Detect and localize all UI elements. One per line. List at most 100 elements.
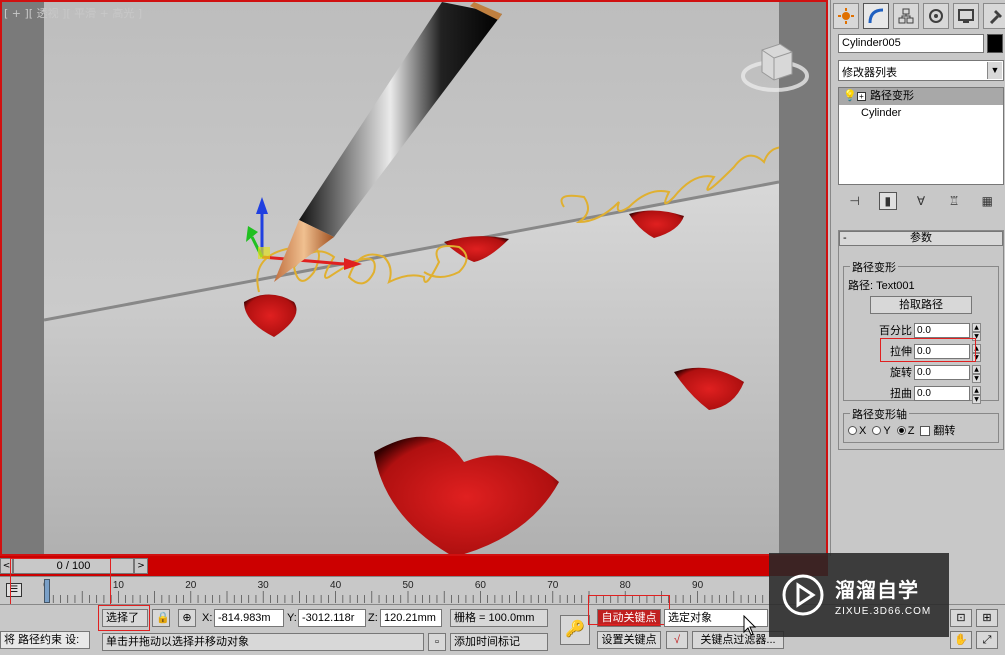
motion-tab-icon: [929, 9, 943, 23]
rotation-label: 旋转: [890, 367, 912, 379]
ruler-tick-label: 20: [185, 580, 197, 591]
chevron-down-icon: ▼: [987, 62, 1002, 79]
rotation-row: 旋转 0.0 ▲ ▼: [874, 364, 981, 383]
group-title: 路径变形: [850, 259, 898, 275]
y-label: Y:: [287, 612, 297, 624]
mouse-cursor-icon: [743, 615, 757, 636]
ruler-tick-label: 10: [113, 580, 125, 591]
lock-selection-icon[interactable]: 🔒: [152, 609, 170, 627]
hierarchy-tab[interactable]: [893, 3, 919, 29]
percent-input[interactable]: 0.0: [914, 322, 970, 338]
group-title: 路径变形轴: [850, 406, 909, 422]
absolute-mode-icon[interactable]: ⊕: [178, 609, 196, 627]
command-panel-tabs: [833, 3, 1005, 29]
maxscript-listener[interactable]: 将 路径约束 设:: [0, 631, 90, 649]
ruler-tick-label: 70: [547, 580, 559, 591]
prompt-line: 单击并拖动以选择并移动对象: [102, 633, 424, 651]
pin-stack-icon[interactable]: ⊣: [846, 192, 864, 210]
modifier-list-dropdown[interactable]: 修改器列表 ▼: [838, 60, 1004, 81]
path-label: 路径: Text001: [848, 280, 915, 292]
grid-size-display: 栅格 = 100.0mm: [450, 609, 548, 627]
set-key-button[interactable]: 设置关键点: [597, 631, 661, 649]
ruler-tick-label: 30: [258, 580, 270, 591]
stretch-highlight-box: [880, 338, 976, 362]
percent-label: 百分比: [879, 325, 912, 337]
pick-path-button[interactable]: 拾取路径: [870, 296, 972, 314]
x-label: X:: [202, 612, 213, 624]
twist-label: 扭曲: [890, 388, 912, 400]
twist-input[interactable]: 0.0: [914, 385, 970, 401]
y-coordinate-field[interactable]: -3012.118r: [298, 609, 366, 627]
axis-z-radio[interactable]: Z: [896, 424, 914, 437]
make-unique-icon[interactable]: ∀: [912, 192, 930, 210]
z-label: Z:: [368, 612, 378, 624]
rollout-title: 参数: [910, 232, 932, 244]
auto-key-highlight-box: [588, 595, 670, 625]
hierarchy-tab-icon: [898, 8, 914, 24]
stack-item-path-deform[interactable]: 💡 + 路径变形: [839, 88, 1003, 105]
ruler-tick-label: 40: [330, 580, 342, 591]
modify-tab[interactable]: [863, 3, 889, 29]
percent-row: 百分比 0.0 ▲ ▼: [874, 322, 981, 341]
axis-y-radio[interactable]: Y: [872, 424, 891, 437]
stack-item-cylinder[interactable]: Cylinder: [839, 105, 1003, 122]
object-color-swatch[interactable]: [987, 34, 1003, 53]
utilities-tab[interactable]: [983, 3, 1005, 29]
axis-x-radio[interactable]: X: [848, 424, 866, 437]
x-coordinate-field[interactable]: -814.983m: [214, 609, 284, 627]
maximize-viewport-icon[interactable]: ⤢: [976, 631, 998, 649]
ruler-tick-label: 50: [402, 580, 414, 591]
modifier-stack: 💡 + 路径变形 Cylinder: [838, 87, 1004, 185]
play-logo-icon: [782, 574, 824, 616]
rotation-input[interactable]: 0.0: [914, 364, 970, 380]
motion-tab[interactable]: [923, 3, 949, 29]
show-end-result-icon[interactable]: ▮: [878, 192, 897, 210]
stack-item-label: Cylinder: [861, 107, 902, 119]
display-tab[interactable]: [953, 3, 979, 29]
object-name-field[interactable]: Cylinder005: [838, 34, 984, 53]
flip-checkbox[interactable]: 翻转: [920, 422, 955, 438]
ruler-tick-label: 80: [620, 580, 632, 591]
expand-plus-icon[interactable]: +: [857, 92, 866, 101]
watermark-title: 溜溜自学: [835, 577, 919, 602]
watermark-url: ZIXUE.3D66.COM: [835, 605, 932, 617]
ruler-tick-label: 60: [475, 580, 487, 591]
spinner-arrows[interactable]: ▲ ▼: [972, 322, 981, 341]
key-icon[interactable]: 🔑: [560, 615, 590, 645]
z-coordinate-field[interactable]: 120.21mm: [380, 609, 442, 627]
lightbulb-icon[interactable]: 💡: [843, 88, 857, 105]
viewport-scene: [44, 2, 779, 554]
modifier-list-label: 修改器列表: [842, 67, 897, 79]
add-time-tag-field[interactable]: 添加时间标记: [450, 633, 548, 651]
twist-row: 扭曲 0.0 ▲ ▼: [874, 385, 981, 404]
spinner-arrows[interactable]: ▲ ▼: [972, 364, 981, 383]
key-mode-icon[interactable]: √: [666, 631, 688, 649]
viewcube-widget[interactable]: [740, 38, 810, 98]
utilities-tab-icon: [989, 10, 1002, 24]
command-panel: Cylinder005 修改器列表 ▼ 💡 + 路径变形 Cylinder ⊣ ▮ …: [830, 0, 1005, 556]
display-tab-icon: [958, 9, 974, 23]
configure-modifier-sets-icon[interactable]: ▦: [978, 192, 996, 210]
rollout-header[interactable]: - 参数: [839, 231, 1003, 246]
watermark-logo: 溜溜自学 ZIXUE.3D66.COM: [769, 553, 949, 637]
remove-modifier-icon[interactable]: ♖: [945, 192, 963, 210]
modify-tab-icon: [868, 8, 884, 24]
selection-highlight-box: [98, 605, 150, 631]
pan-hand-icon[interactable]: ✋: [950, 631, 972, 649]
create-tab[interactable]: [833, 3, 859, 29]
zoom-extents-all-icon[interactable]: ⊞: [976, 609, 998, 627]
stack-item-label: 路径变形: [870, 90, 914, 102]
collapse-minus-icon: -: [843, 232, 847, 244]
path-deform-axis-group: 路径变形轴 X Y Z 翻转: [843, 406, 999, 443]
ruler-tick-label: 90: [692, 580, 704, 591]
next-frame-button[interactable]: >: [134, 558, 148, 574]
time-tag-icon[interactable]: ▫: [428, 633, 446, 651]
path-deform-group: 路径变形 路径: Text001 拾取路径 百分比 0.0 ▲ ▼ 拉伸 0.0 …: [843, 259, 999, 404]
create-tab-icon: [838, 8, 854, 24]
stack-toolbar: ⊣ ▮ ∀ ♖ ▦: [838, 190, 1004, 212]
spinner-arrows[interactable]: ▲ ▼: [972, 385, 981, 404]
viewport-label[interactable]: [ + ][ 透视 ][ 平滑 + 高光 ]: [4, 5, 142, 21]
zoom-extents-icon[interactable]: ⊡: [950, 609, 972, 627]
perspective-viewport[interactable]: [ + ][ 透视 ][ 平滑 + 高光 ]: [0, 0, 828, 556]
time-slider-bar: < 0 / 100 >: [0, 556, 828, 576]
